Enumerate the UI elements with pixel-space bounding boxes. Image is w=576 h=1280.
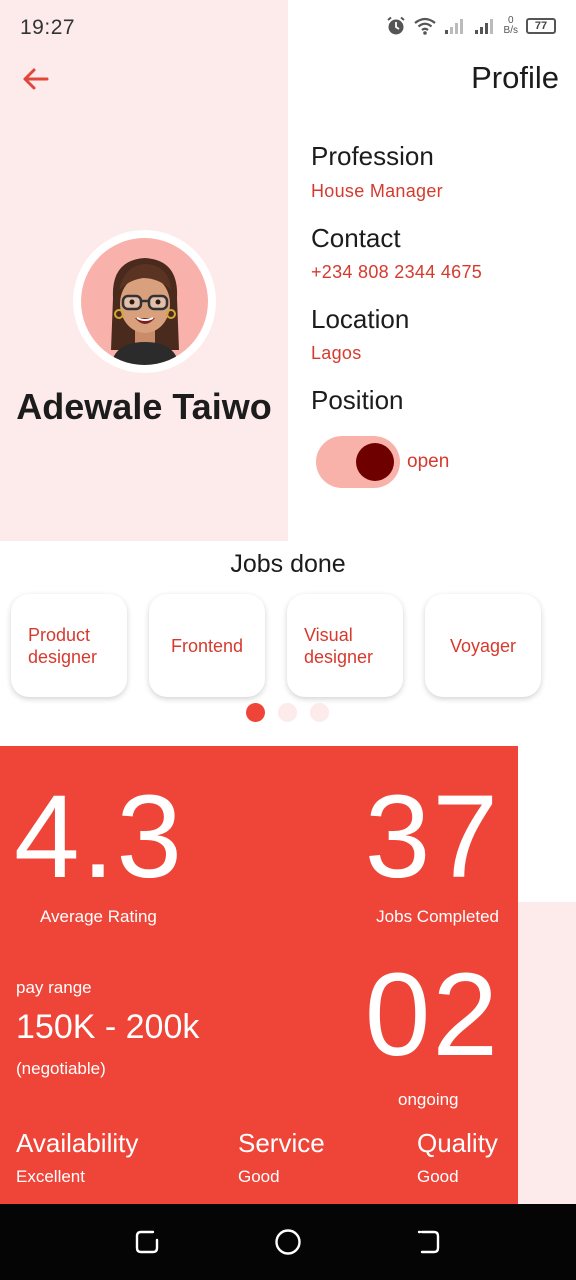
service-label: Service — [238, 1128, 325, 1158]
user-name: Adewale Taiwo — [16, 386, 272, 427]
ongoing-caption: ongoing — [398, 1090, 459, 1109]
stats-panel: 4.3 Average Rating 37 Jobs Completed pay… — [0, 746, 518, 1204]
location-label: Location — [311, 304, 410, 334]
avatar — [73, 230, 216, 373]
jobs-completed-value: 37 — [364, 771, 500, 903]
back-button[interactable] — [18, 62, 52, 96]
rating-value: 4.3 — [14, 771, 185, 903]
job-card-frontend[interactable]: Frontend — [149, 594, 265, 697]
back-nav-icon — [417, 1230, 440, 1254]
ongoing-value: 02 — [364, 949, 500, 1081]
net-speed: 0 B/s — [503, 15, 518, 36]
battery-icon: 77 — [526, 18, 556, 34]
job-card-product-designer[interactable]: Product designer — [11, 594, 127, 697]
pager-dot[interactable] — [278, 703, 297, 722]
profession-value: House Manager — [311, 181, 443, 201]
position-label: Position — [311, 385, 404, 415]
wifi-icon — [413, 17, 436, 35]
location-value: Lagos — [311, 343, 362, 363]
back-nav-button[interactable] — [412, 1226, 444, 1258]
jobs-completed-caption: Jobs Completed — [376, 907, 499, 926]
recents-button[interactable] — [131, 1226, 163, 1258]
decorative-panel — [518, 902, 576, 1204]
memoji-avatar-icon — [81, 238, 208, 365]
recents-icon — [135, 1230, 159, 1254]
position-toggle[interactable] — [316, 436, 400, 488]
pager-dot-active[interactable] — [246, 703, 265, 722]
system-nav-bar — [0, 1204, 576, 1280]
toggle-knob — [356, 443, 394, 481]
pay-range-value: 150K - 200k — [16, 1008, 200, 1046]
service-value: Good — [238, 1167, 280, 1186]
arrow-left-icon — [23, 68, 49, 90]
pay-range-label: pay range — [16, 978, 92, 997]
home-circle-icon — [275, 1229, 301, 1255]
signal-icon-2 — [474, 19, 493, 34]
pager-dot[interactable] — [310, 703, 329, 722]
home-button[interactable] — [272, 1226, 304, 1258]
job-card-voyager[interactable]: Voyager — [425, 594, 541, 697]
contact-label: Contact — [311, 223, 401, 253]
profession-label: Profession — [311, 141, 434, 171]
availability-label: Availability — [16, 1128, 139, 1158]
signal-icon — [444, 19, 463, 34]
pay-range-note: (negotiable) — [16, 1059, 106, 1078]
position-toggle-label: open — [407, 451, 450, 472]
jobs-done-title: Jobs done — [230, 550, 346, 578]
page-title: Profile — [471, 60, 559, 95]
status-time: 19:27 — [20, 16, 76, 39]
quality-label: Quality — [417, 1128, 498, 1158]
contact-value[interactable]: +234 808 2344 4675 — [311, 262, 482, 283]
job-card-visual-designer[interactable]: Visual designer — [287, 594, 403, 697]
alarm-icon — [386, 16, 405, 35]
status-icons: 0 B/s 77 — [386, 16, 556, 36]
quality-value: Good — [417, 1167, 459, 1186]
availability-value: Excellent — [16, 1167, 85, 1186]
rating-caption: Average Rating — [40, 907, 157, 926]
